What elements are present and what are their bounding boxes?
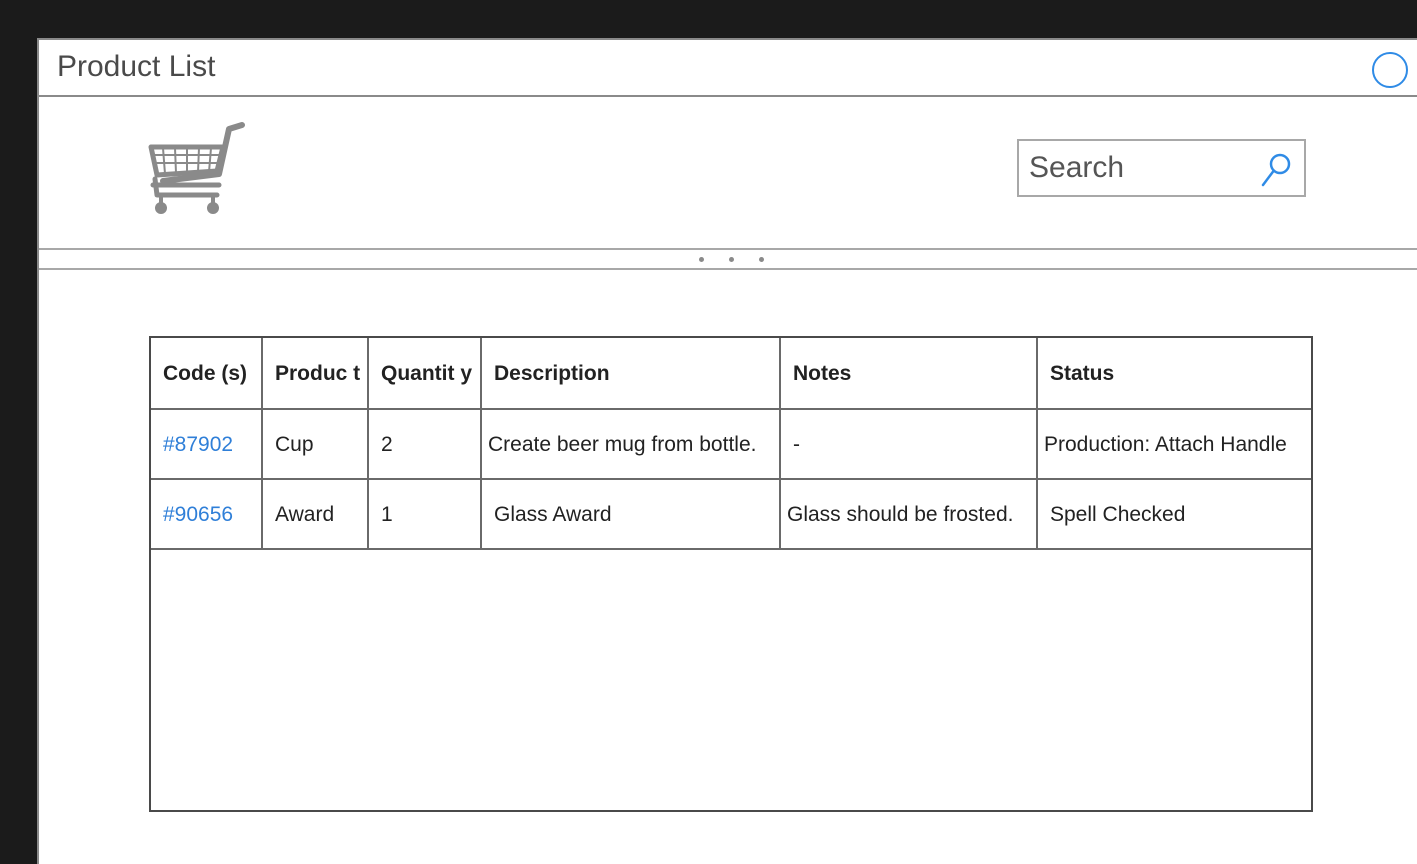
search-placeholder: Search	[1029, 151, 1125, 184]
status-cell: Spell Checked	[1036, 478, 1311, 550]
table-row[interactable]: #87902 Cup 2 Create beer mug from bottle…	[151, 408, 1311, 480]
search-input[interactable]: Search	[1017, 139, 1306, 197]
notes-cell: -	[779, 408, 1038, 480]
product-cell: Award	[261, 478, 369, 550]
splitter-dot	[729, 257, 734, 262]
splitter-dot	[759, 257, 764, 262]
title-bar: Product List	[39, 40, 1417, 97]
product-list-window: Product List Search Code (s) Produc t Qu…	[37, 38, 1417, 864]
order-code-link[interactable]: #90656	[151, 478, 263, 550]
shopping-cart-icon	[148, 122, 245, 214]
search-icon[interactable]	[1260, 152, 1292, 188]
column-header-quantity[interactable]: Quantit y	[367, 338, 482, 410]
product-cell: Cup	[261, 408, 369, 480]
column-header-description[interactable]: Description	[480, 338, 781, 410]
product-table: Code (s) Produc t Quantit y Description …	[149, 336, 1313, 812]
splitter-dot	[699, 257, 704, 262]
column-header-notes[interactable]: Notes	[779, 338, 1038, 410]
column-header-status[interactable]: Status	[1036, 338, 1311, 410]
panel-splitter[interactable]	[39, 250, 1417, 270]
window-title: Product List	[57, 50, 216, 83]
status-cell: Production: Attach Handle	[1036, 408, 1311, 480]
table-header-row: Code (s) Produc t Quantit y Description …	[151, 338, 1311, 410]
description-cell: Glass Award	[480, 478, 781, 550]
order-code-link[interactable]: #87902	[151, 408, 263, 480]
table-row[interactable]: #90656 Award 1 Glass Award Glass should …	[151, 478, 1311, 550]
circle-button[interactable]	[1372, 52, 1408, 88]
header-area: Search	[39, 97, 1417, 250]
column-header-product[interactable]: Produc t	[261, 338, 369, 410]
description-cell: Create beer mug from bottle.	[480, 408, 781, 480]
quantity-cell: 2	[367, 408, 482, 480]
quantity-cell: 1	[367, 478, 482, 550]
column-header-code[interactable]: Code (s)	[151, 338, 263, 410]
notes-cell: Glass should be frosted.	[779, 478, 1038, 550]
